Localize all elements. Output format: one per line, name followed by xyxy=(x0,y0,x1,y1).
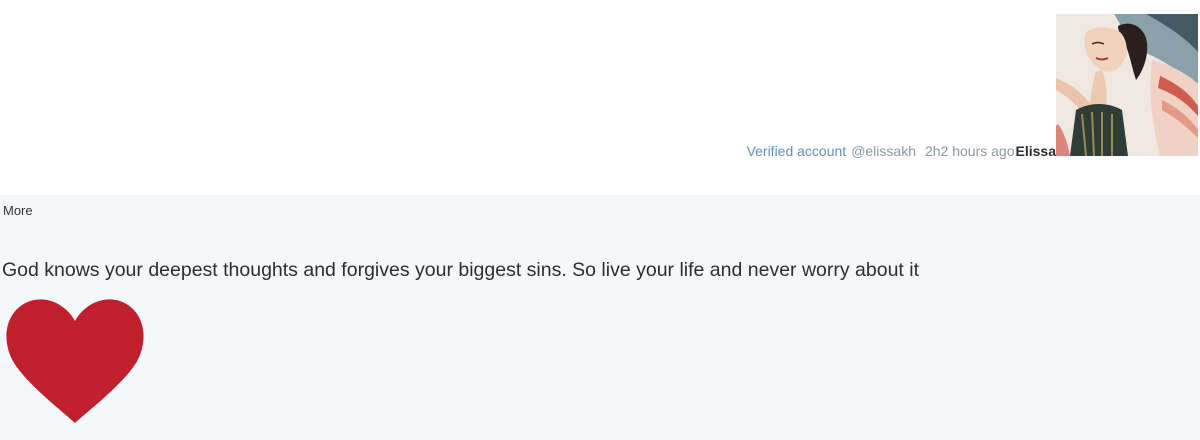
user-handle[interactable]: @elissakh xyxy=(851,143,916,159)
tweet-meta: Verified account @elissakh 2h2 hours ago… xyxy=(747,140,1056,162)
user-name[interactable]: Elissa xyxy=(1016,143,1056,159)
tweet-text: God knows your deepest thoughts and forg… xyxy=(2,259,920,281)
verified-account-link[interactable]: Verified account xyxy=(747,143,847,159)
more-button[interactable]: More xyxy=(3,203,33,218)
tweet-timestamp[interactable]: 2h2 hours ago xyxy=(925,143,1015,159)
heart-emoji-icon xyxy=(6,299,144,423)
avatar-illustration xyxy=(1056,14,1198,156)
avatar[interactable] xyxy=(1056,14,1198,156)
tweet-body: More God knows your deepest thoughts and… xyxy=(0,195,1200,440)
tweet-header: Verified account @elissakh 2h2 hours ago… xyxy=(0,0,1200,195)
